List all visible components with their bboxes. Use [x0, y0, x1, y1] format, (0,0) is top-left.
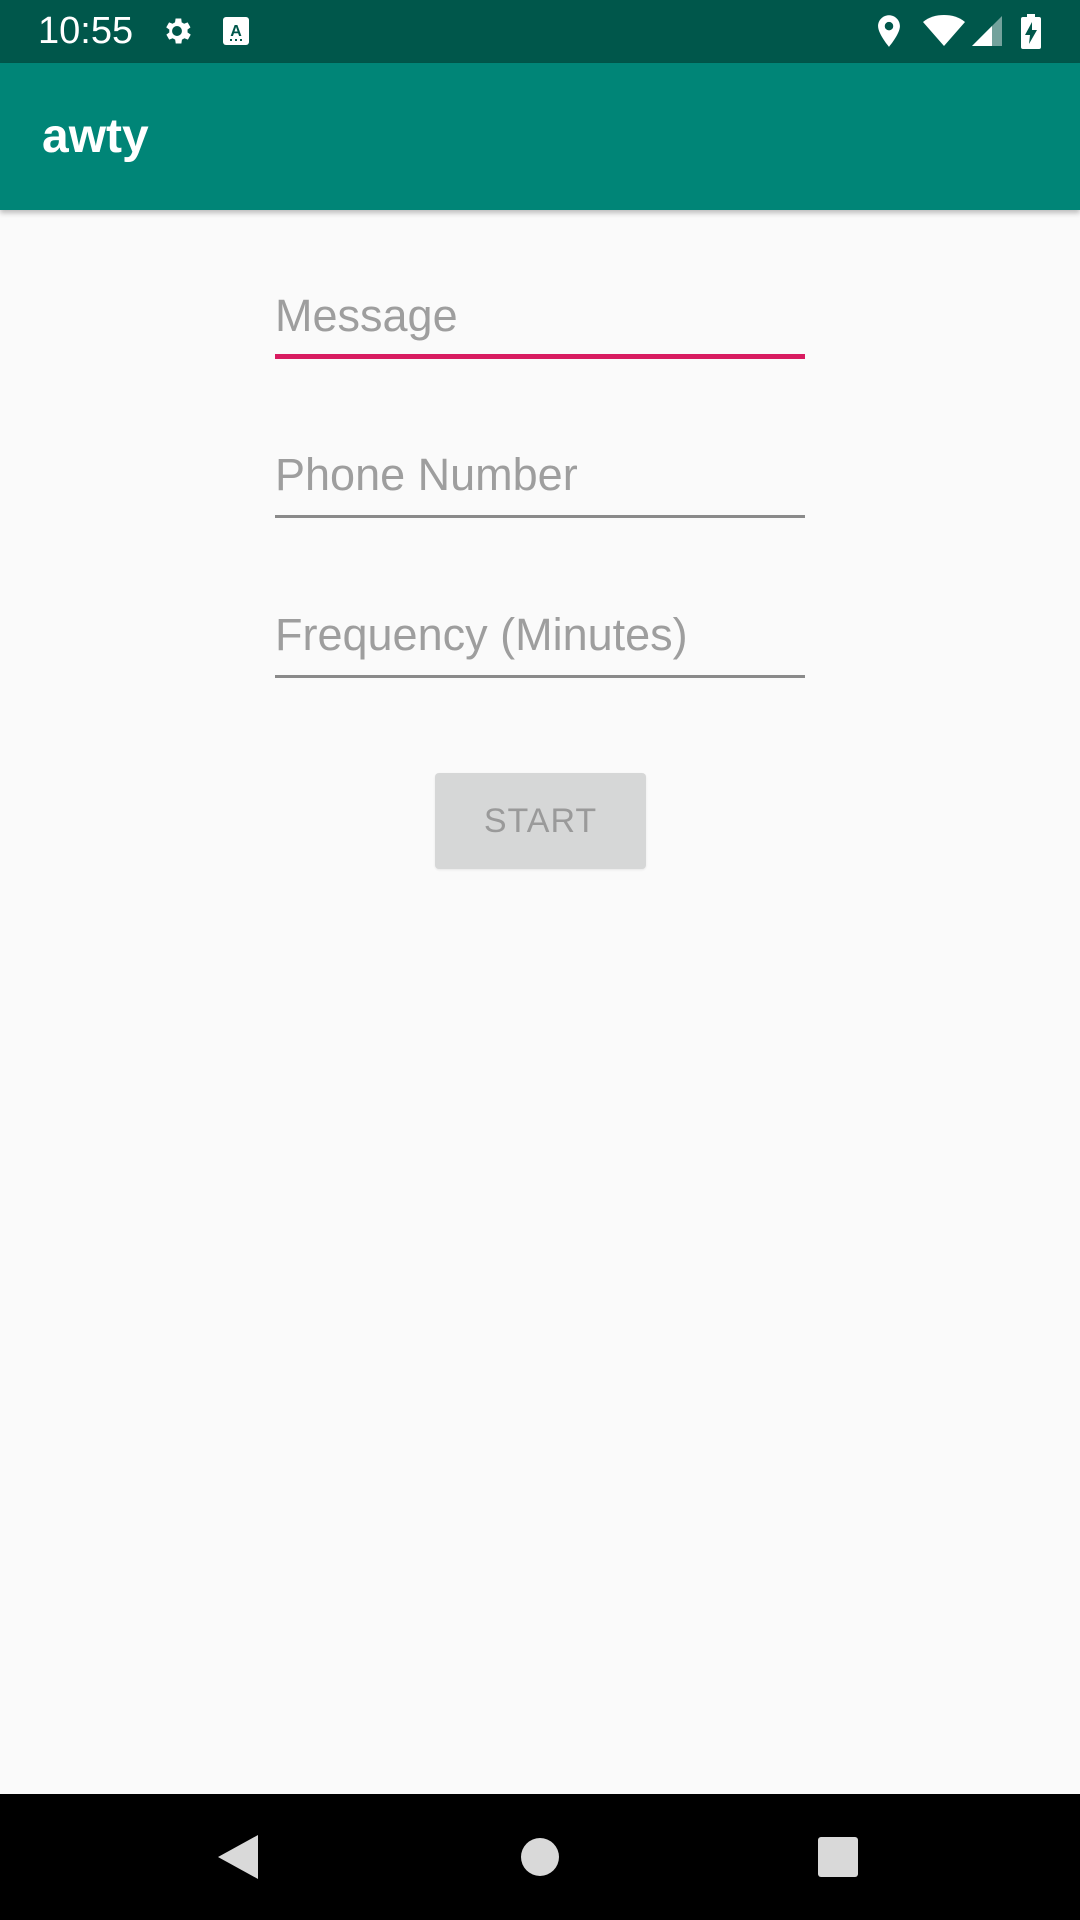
frequency-field[interactable]	[275, 599, 805, 679]
recents-icon[interactable]	[806, 1825, 870, 1889]
battery-charging-icon	[1020, 14, 1042, 49]
back-icon[interactable]	[208, 1825, 272, 1889]
home-icon[interactable]	[508, 1825, 572, 1889]
status-time: 10:55	[38, 10, 134, 52]
cell-signal-icon	[970, 14, 1004, 48]
app-title: awty	[42, 110, 149, 163]
start-button[interactable]: START	[435, 773, 646, 869]
frequency-input[interactable]	[275, 599, 805, 671]
message-input[interactable]	[275, 280, 805, 352]
status-bar: 10:55 A	[0, 0, 1080, 63]
wifi-icon	[922, 14, 966, 48]
nav-bar	[0, 1794, 1080, 1920]
message-field[interactable]	[275, 280, 805, 360]
gear-icon	[160, 14, 194, 48]
location-icon	[874, 14, 904, 48]
phone-number-underline	[275, 515, 805, 518]
app-bar: awty	[0, 63, 1080, 210]
svg-text:A: A	[230, 23, 242, 40]
phone-number-input[interactable]	[275, 439, 805, 511]
message-underline	[275, 354, 805, 359]
screen: 10:55 A awty Message Phone Number Freque…	[0, 0, 1080, 1920]
frequency-underline	[275, 675, 805, 678]
keyboard-a-icon: A	[222, 14, 250, 48]
phone-number-field[interactable]	[275, 439, 805, 519]
